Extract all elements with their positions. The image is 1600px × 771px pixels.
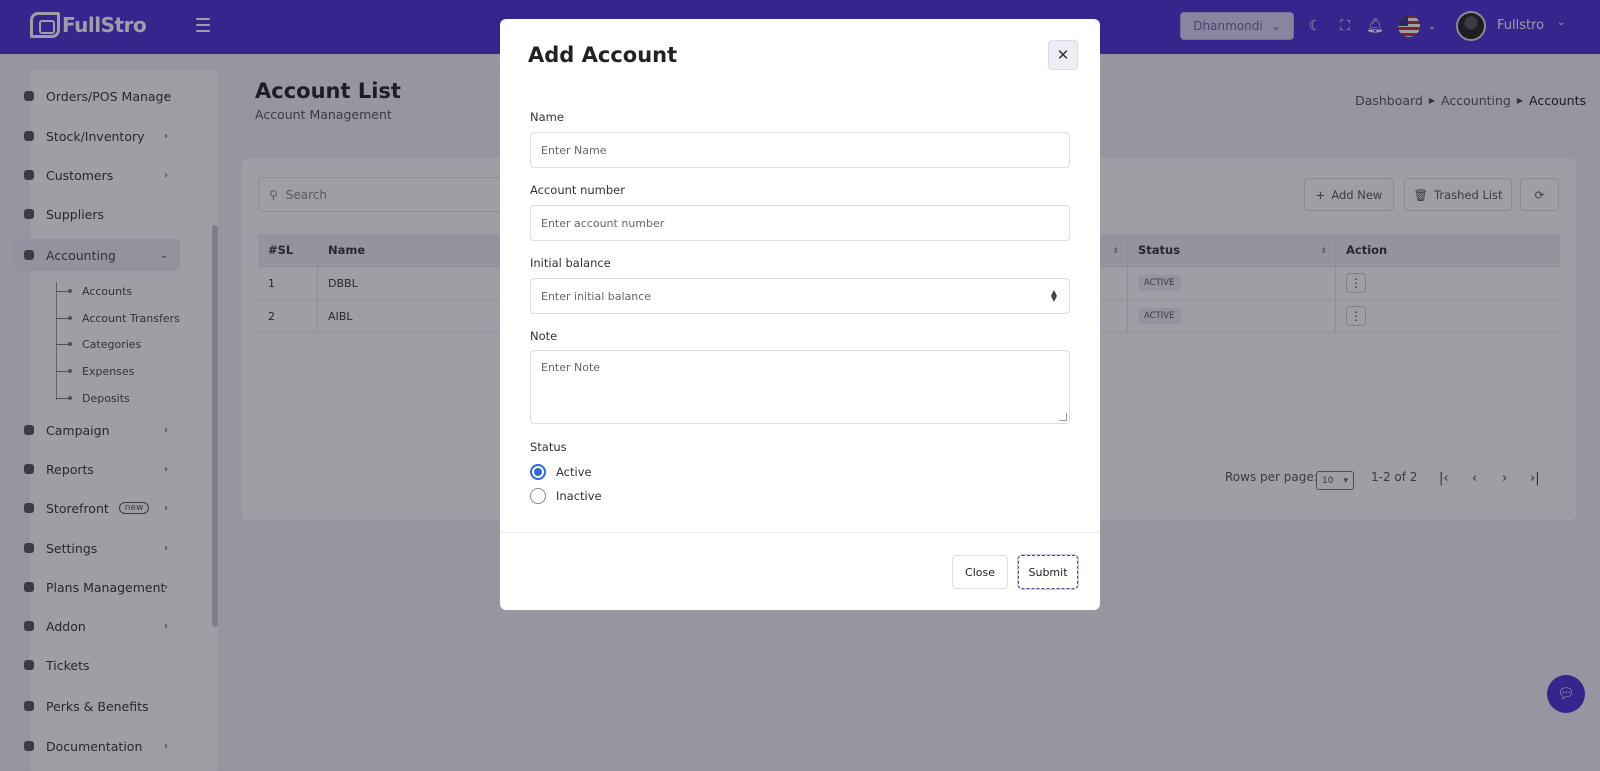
initial-balance-placeholder: Enter initial balance bbox=[541, 289, 652, 303]
number-spinner-icon[interactable]: ▲ ▼ bbox=[1051, 289, 1057, 303]
account-number-label: Account number bbox=[530, 183, 625, 197]
initial-balance-input[interactable]: Enter initial balance ▲ ▼ bbox=[530, 278, 1070, 314]
resize-handle-icon[interactable] bbox=[1059, 413, 1067, 421]
name-label: Name bbox=[530, 110, 564, 124]
note-label: Note bbox=[530, 329, 558, 343]
account-number-placeholder: Enter account number bbox=[541, 216, 665, 230]
initial-balance-label: Initial balance bbox=[530, 256, 611, 270]
submit-button[interactable]: Submit bbox=[1018, 555, 1078, 589]
close-icon[interactable]: ✕ bbox=[1048, 40, 1078, 70]
status-option-label: Active bbox=[556, 465, 592, 479]
note-textarea[interactable]: Enter Note bbox=[530, 350, 1070, 424]
add-account-modal: Add Account ✕ Name Enter Name Account nu… bbox=[500, 19, 1100, 610]
name-input[interactable]: Enter Name bbox=[530, 132, 1070, 168]
close-button[interactable]: Close bbox=[952, 555, 1008, 589]
status-option-label: Inactive bbox=[556, 489, 602, 503]
name-placeholder: Enter Name bbox=[541, 143, 607, 157]
radio-unchecked-icon[interactable] bbox=[530, 488, 546, 504]
modal-title: Add Account bbox=[528, 43, 678, 67]
status-label: Status bbox=[530, 440, 567, 454]
modal-footer-divider bbox=[500, 532, 1100, 533]
note-placeholder: Enter Note bbox=[541, 361, 601, 374]
account-number-input[interactable]: Enter account number bbox=[530, 205, 1070, 241]
radio-checked-icon[interactable] bbox=[530, 464, 546, 480]
status-radio-inactive[interactable]: Inactive bbox=[530, 488, 602, 504]
status-radio-active[interactable]: Active bbox=[530, 464, 592, 480]
